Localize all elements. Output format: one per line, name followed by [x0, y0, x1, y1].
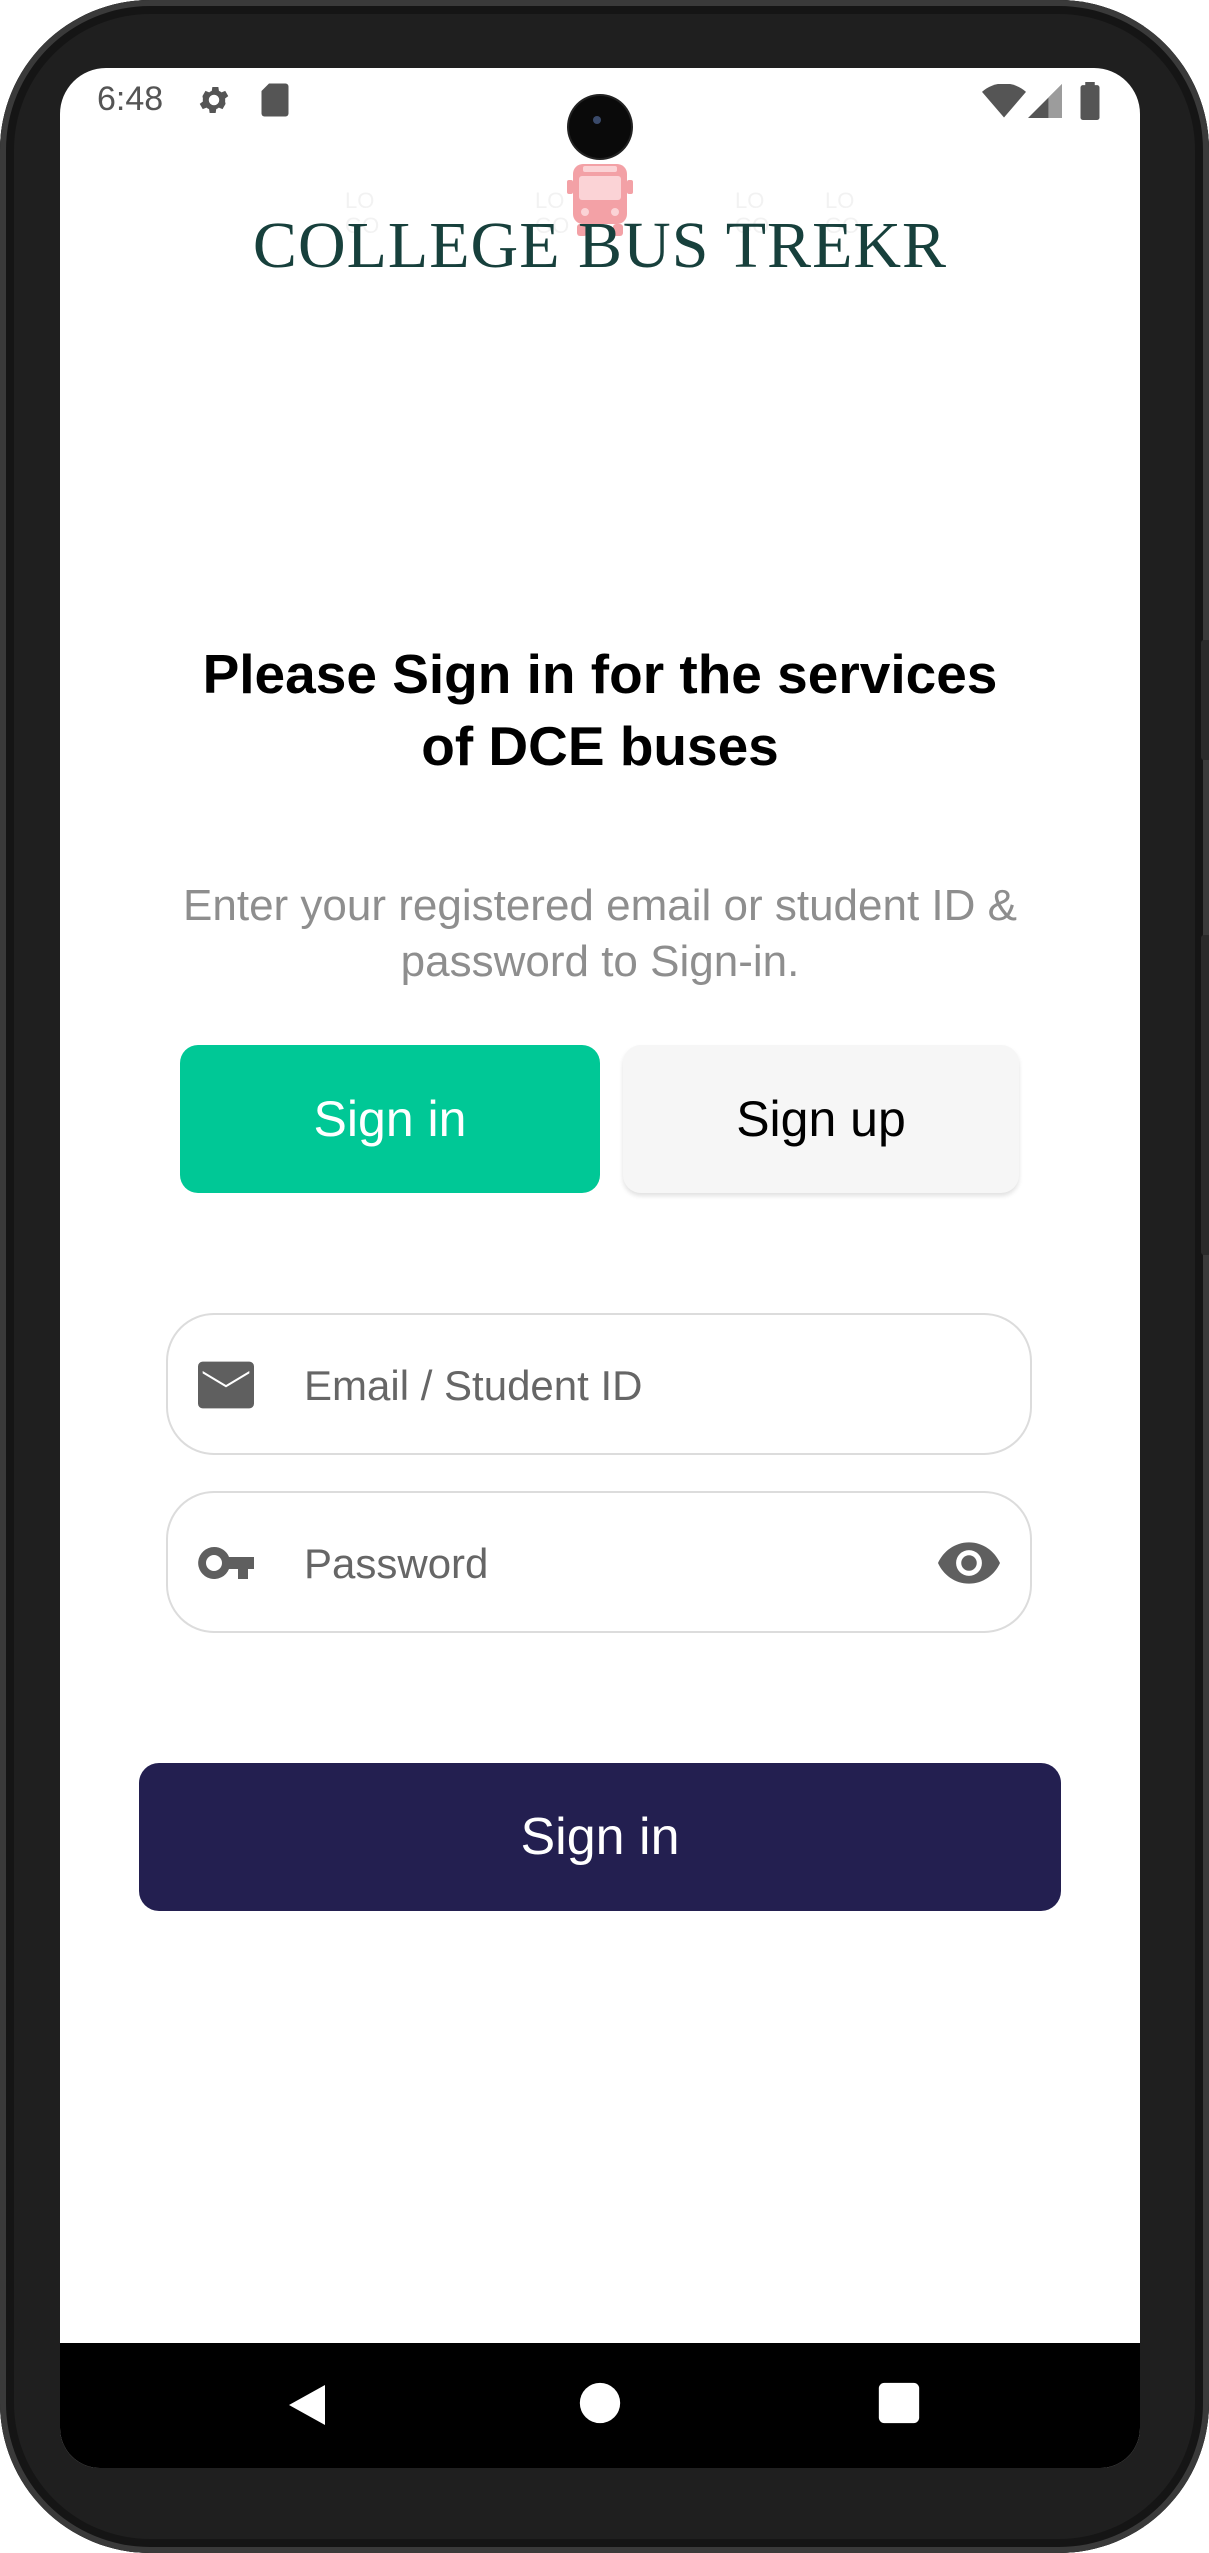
navigation-bar — [60, 2343, 1140, 2468]
wifi-icon — [982, 84, 1026, 118]
email-input[interactable] — [302, 1345, 906, 1427]
front-camera — [569, 96, 631, 158]
app-screen: 6:48 LO GO LO GO LO GO LO GO COLLEGE BUS… — [60, 68, 1140, 2468]
back-icon[interactable] — [285, 2381, 333, 2429]
sign-in-button[interactable]: Sign in — [139, 1763, 1061, 1911]
mail-icon — [198, 1361, 254, 1409]
page-subtitle: Enter your registered email or student I… — [183, 881, 1017, 986]
page-heading: Please Sign in for the services of DCE b… — [202, 643, 998, 777]
power-button — [1201, 640, 1209, 760]
email-field[interactable] — [166, 1313, 1032, 1455]
recents-icon[interactable] — [877, 2381, 921, 2425]
tab-sign-up[interactable]: Sign up — [623, 1045, 1019, 1193]
key-icon — [198, 1546, 254, 1579]
status-time: 6:48 — [97, 80, 164, 118]
gear-icon — [199, 86, 229, 114]
eye-icon[interactable] — [938, 1535, 1000, 1591]
tab-sign-in[interactable]: Sign in — [180, 1045, 600, 1193]
volume-button — [1201, 935, 1209, 1255]
password-input[interactable] — [302, 1523, 906, 1605]
home-icon[interactable] — [578, 2381, 622, 2425]
sd-card-icon — [261, 83, 289, 117]
app-logo-text: COLLEGE BUS TREKR — [252, 209, 948, 282]
password-field[interactable] — [166, 1491, 1032, 1633]
phone-frame: 6:48 LO GO LO GO LO GO LO GO COLLEGE BUS… — [0, 0, 1209, 2553]
signal-icon — [1028, 84, 1062, 118]
battery-icon — [1080, 82, 1100, 120]
